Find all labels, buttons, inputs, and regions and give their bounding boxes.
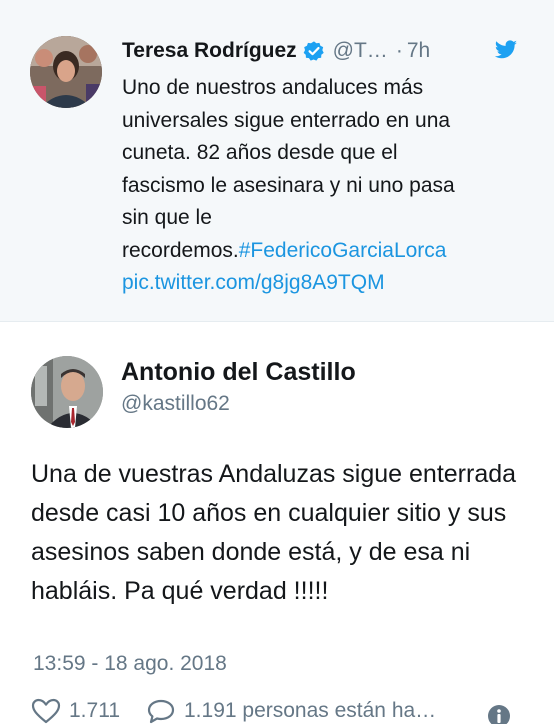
comment-bubble-icon — [147, 699, 175, 724]
reply-author-handle[interactable]: @kastillo62 — [121, 392, 230, 416]
quoted-text-line: sin que le — [122, 206, 212, 229]
reply-tweet-text: Una de vuestras Andaluzas sigue enterrad… — [31, 460, 517, 605]
quoted-text-line: cuneta. 82 años desde que el — [122, 141, 398, 164]
quoted-text-line: Uno de nuestros andaluces más — [122, 76, 424, 99]
reply-author-name[interactable]: Antonio del Castillo — [121, 358, 356, 387]
reply-author-avatar[interactable] — [31, 356, 103, 428]
quoted-author-handle[interactable]: @T… — [333, 39, 388, 63]
verified-badge-icon — [303, 41, 324, 61]
quoted-tweet-card[interactable]: Teresa Rodríguez @T… · 7h Uno de nuestro… — [0, 0, 554, 322]
replies-button[interactable]: 1.191 personas están ha… — [146, 698, 436, 724]
like-count: 1.711 — [69, 699, 120, 722]
replies-summary: 1.191 personas están ha… — [184, 699, 437, 722]
quoted-text-line-last: recordemos.#FedericoGarciaLorca — [122, 235, 522, 268]
reply-tweet-timestamp[interactable]: 13:59 - 18 ago. 2018 — [33, 652, 227, 676]
quoted-tweet-text: Uno de nuestros andaluces más universale… — [122, 72, 522, 300]
quoted-text-prefix: recordemos. — [122, 238, 239, 262]
avatar-photo — [31, 356, 103, 428]
avatar-photo — [30, 36, 102, 108]
like-button[interactable]: 1.711 — [31, 698, 120, 724]
tweet-action-bar: 1.711 1.191 personas están ha… — [0, 690, 554, 724]
quoted-tweet-header: Teresa Rodríguez @T… · 7h — [122, 36, 430, 66]
info-icon[interactable] — [487, 704, 511, 724]
twitter-bird-icon[interactable] — [494, 38, 518, 62]
hashtag-link[interactable]: #FedericoGarciaLorca — [239, 239, 447, 262]
quoted-author-avatar[interactable] — [30, 36, 102, 108]
quoted-author-name[interactable]: Teresa Rodríguez — [122, 39, 297, 63]
heart-icon — [31, 698, 61, 724]
header-separator: · — [395, 39, 403, 62]
quoted-text-line: fascismo le asesinara y ni uno pasa — [122, 173, 455, 197]
pic-link[interactable]: pic.twitter.com/g8jg8A9TQM — [122, 267, 522, 300]
quoted-tweet-time[interactable]: 7h — [407, 39, 430, 63]
quoted-text-line: universales sigue enterrado en una — [122, 108, 451, 132]
